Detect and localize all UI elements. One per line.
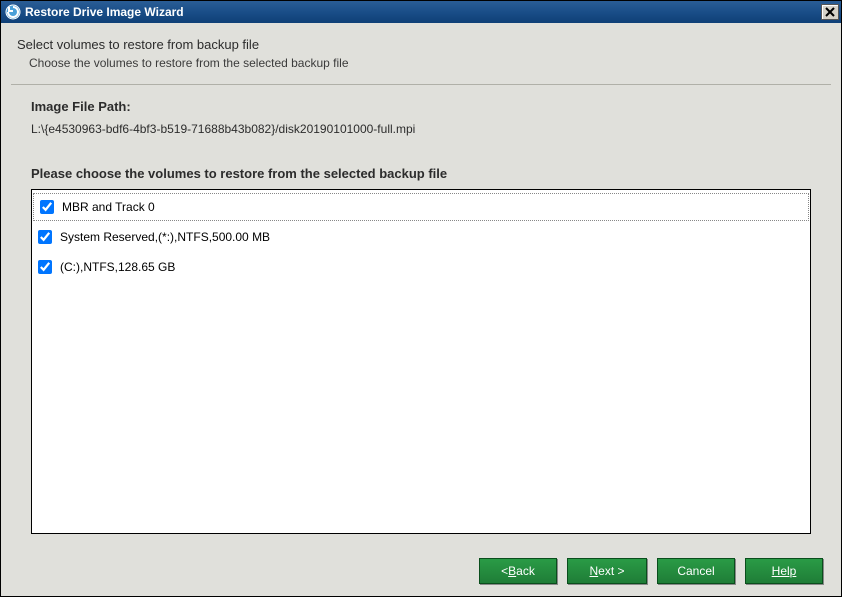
wizard-header: Select volumes to restore from backup fi… xyxy=(1,23,841,78)
content-area: Select volumes to restore from backup fi… xyxy=(1,23,841,596)
volume-row-c-drive[interactable]: (C:),NTFS,128.65 GB xyxy=(32,252,810,282)
volume-label: (C:),NTFS,128.65 GB xyxy=(60,260,175,274)
header-title: Select volumes to restore from backup fi… xyxy=(17,37,825,52)
volume-checkbox[interactable] xyxy=(38,230,52,244)
button-bar: < Back Next > Cancel Help xyxy=(1,546,841,596)
app-icon xyxy=(5,4,21,20)
volume-label: System Reserved,(*:),NTFS,500.00 MB xyxy=(60,230,270,244)
help-button[interactable]: Help xyxy=(745,558,823,584)
volume-checkbox[interactable] xyxy=(40,200,54,214)
main-area: Image File Path: L:\{e4530963-bdf6-4bf3-… xyxy=(1,85,841,546)
image-file-path-label: Image File Path: xyxy=(31,99,811,114)
volume-row-mbr[interactable]: MBR and Track 0 xyxy=(33,193,809,221)
close-button[interactable] xyxy=(821,4,839,20)
titlebar: Restore Drive Image Wizard xyxy=(1,1,841,23)
wizard-window: Restore Drive Image Wizard Select volume… xyxy=(0,0,842,597)
next-button[interactable]: Next > xyxy=(567,558,647,584)
volumes-listbox[interactable]: MBR and Track 0 System Reserved,(*:),NTF… xyxy=(31,189,811,534)
cancel-button[interactable]: Cancel xyxy=(657,558,735,584)
back-button[interactable]: < Back xyxy=(479,558,557,584)
volume-checkbox[interactable] xyxy=(38,260,52,274)
titlebar-title: Restore Drive Image Wizard xyxy=(25,5,821,19)
image-file-path-value: L:\{e4530963-bdf6-4bf3-b519-71688b43b082… xyxy=(31,122,811,136)
choose-volumes-label: Please choose the volumes to restore fro… xyxy=(31,166,811,181)
header-subtitle: Choose the volumes to restore from the s… xyxy=(29,56,825,70)
volume-row-system-reserved[interactable]: System Reserved,(*:),NTFS,500.00 MB xyxy=(32,222,810,252)
volume-label: MBR and Track 0 xyxy=(62,200,155,214)
